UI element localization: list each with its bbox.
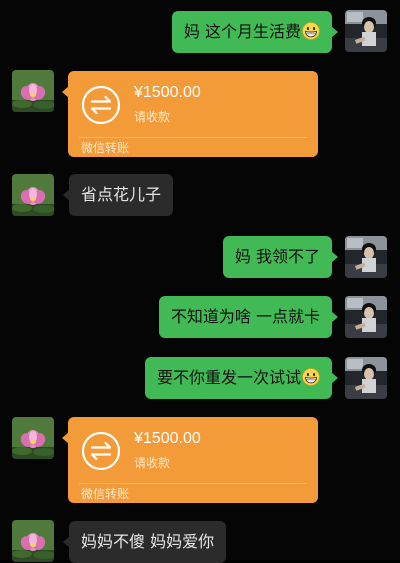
- transfer-status: 请收款: [134, 456, 171, 470]
- grinning-emoji-icon: [302, 368, 320, 386]
- message-text: 省点花儿子: [81, 185, 162, 204]
- message-bubble-incoming[interactable]: 妈妈不傻 妈妈爱你: [62, 521, 227, 563]
- transfer-arrows-icon: [81, 85, 121, 125]
- transfer-divider: [79, 483, 307, 484]
- transfer-arrows-icon: [81, 431, 121, 471]
- message-text: 妈 我领不了: [234, 247, 320, 266]
- transfer-label: 微信转账: [81, 487, 130, 501]
- message-text: 妈 这个月生活费: [183, 22, 301, 41]
- wechat-transfer-card[interactable]: ¥1500.00 请收款 微信转账: [62, 417, 318, 503]
- mom-avatar[interactable]: [12, 417, 54, 459]
- transfer-label: 微信转账: [81, 141, 130, 155]
- transfer-amount: ¥1500.00: [134, 84, 201, 101]
- message-bubble-outgoing[interactable]: 不知道为啥 一点就卡: [158, 296, 339, 338]
- transfer-amount: ¥1500.00: [134, 430, 201, 447]
- my-avatar[interactable]: [345, 10, 387, 52]
- grinning-emoji-icon: [302, 22, 320, 40]
- transfer-divider: [79, 137, 307, 138]
- message-bubble-outgoing[interactable]: 妈 我领不了: [222, 236, 339, 278]
- my-avatar[interactable]: [345, 357, 387, 399]
- mom-avatar[interactable]: [12, 174, 54, 216]
- message-bubble-outgoing[interactable]: 要不你重发一次试试: [144, 357, 339, 399]
- message-text: 要不你重发一次试试: [156, 368, 301, 387]
- my-avatar[interactable]: [345, 236, 387, 278]
- message-bubble-outgoing[interactable]: 妈 这个月生活费: [171, 11, 339, 53]
- message-text: 妈妈不傻 妈妈爱你: [81, 532, 215, 551]
- mom-avatar[interactable]: [12, 520, 54, 562]
- my-avatar[interactable]: [345, 296, 387, 338]
- message-bubble-incoming[interactable]: 省点花儿子: [62, 174, 174, 216]
- transfer-status: 请收款: [134, 110, 171, 124]
- mom-avatar[interactable]: [12, 70, 54, 112]
- wechat-transfer-card[interactable]: ¥1500.00 请收款 微信转账: [62, 71, 318, 157]
- message-text: 不知道为啥 一点就卡: [170, 307, 320, 326]
- chat-window[interactable]: 妈 这个月生活费 ¥1500.00 请收款 微信转账 省点花儿子 妈 我领不了 …: [0, 0, 400, 563]
